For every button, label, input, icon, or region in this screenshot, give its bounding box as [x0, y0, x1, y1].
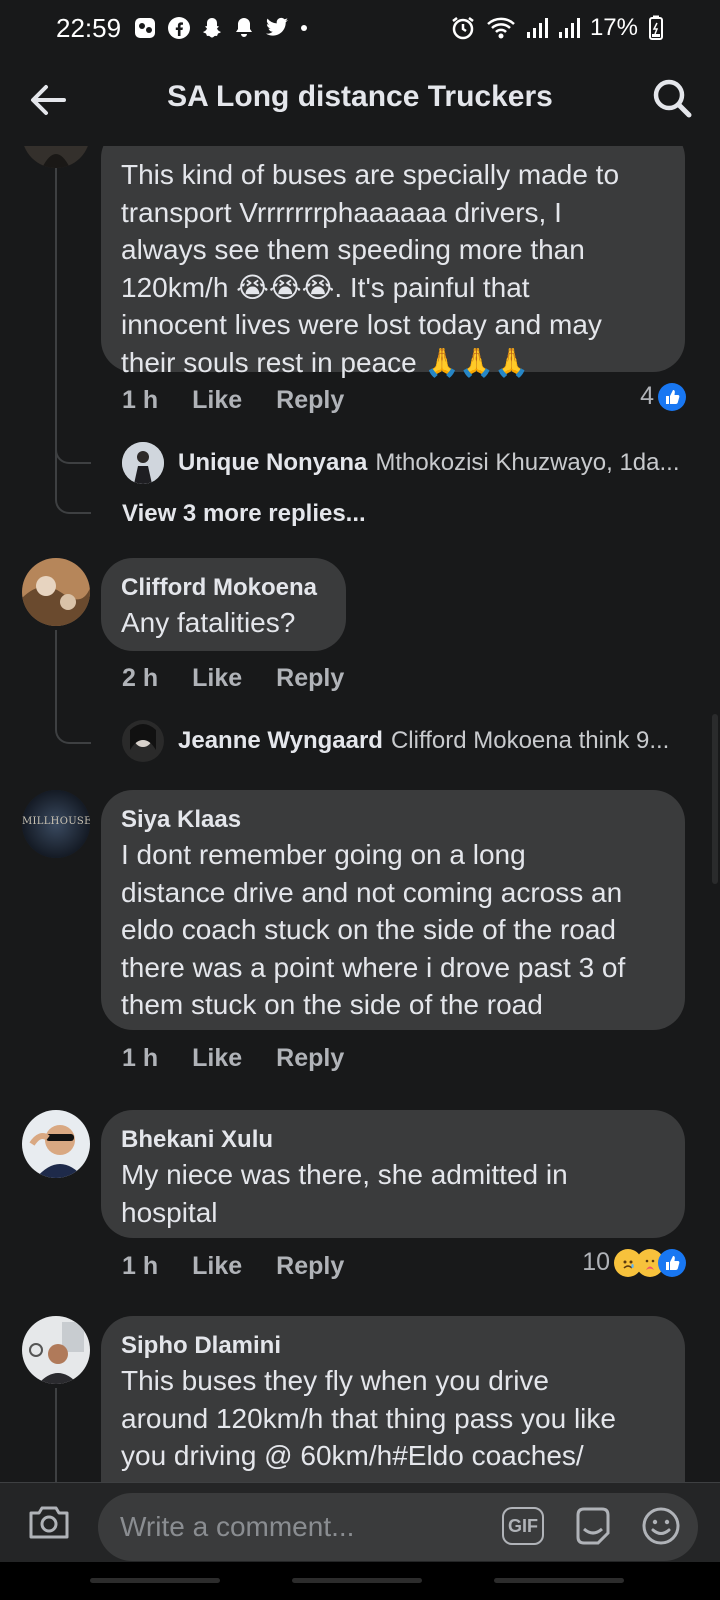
thread-line [55, 146, 57, 471]
search-icon[interactable] [650, 76, 694, 120]
bell-icon [236, 18, 253, 37]
comment-text: them stuck on the side of the road [121, 989, 543, 1020]
like-reaction-icon [658, 382, 686, 411]
alarm-icon [452, 17, 474, 40]
like-button[interactable]: Like [192, 386, 242, 415]
comment-bubble[interactable]: Sipho Dlamini This buses they fly when y… [101, 1316, 685, 1482]
comment-author[interactable]: Bhekani Xulu [121, 1124, 665, 1156]
comment-actions: 1 h Like Reply [122, 386, 344, 415]
system-navigation-bar [0, 1562, 720, 1600]
reply-author: Jeanne Wyngaard [178, 727, 383, 754]
thread-line [55, 1388, 57, 1482]
reply-button[interactable]: Reply [276, 664, 344, 693]
like-button[interactable]: Like [192, 664, 242, 693]
view-more-replies-link[interactable]: View 3 more replies... [122, 500, 366, 528]
reaction-count: 4 [640, 382, 654, 410]
reply-button[interactable]: Reply [276, 386, 344, 415]
comment-text: Any fatalities? [121, 607, 296, 638]
sticker-icon[interactable] [572, 1505, 614, 1547]
nav-home-button[interactable] [292, 1578, 422, 1583]
reply-avatar [122, 442, 164, 484]
reply-snippet: Mthokozisi Khuzwayo, 1da... [375, 449, 680, 476]
comment-text: I dont remember going on a long [121, 839, 526, 870]
like-button[interactable]: Like [192, 1044, 242, 1073]
signal-icon [526, 18, 548, 38]
comments-feed[interactable]: This kind of buses are specially made to… [0, 146, 720, 1482]
comment-time[interactable]: 1 h [122, 1252, 158, 1281]
comment-time[interactable]: 1 h [122, 386, 158, 415]
page-title: SA Long distance Truckers [167, 80, 553, 113]
reply-snippet: Clifford Mokoena think 9... [390, 727, 670, 754]
wifi-icon [487, 17, 515, 39]
avatar[interactable] [22, 1316, 90, 1384]
system-icons: 17% [450, 14, 664, 42]
reply-preview[interactable]: Jeanne Wyngaard Clifford Mokoena think 9… [122, 720, 669, 762]
thread-connector [55, 464, 91, 514]
reaction-summary[interactable]: 10 [582, 1248, 686, 1277]
comment-text: hospital [121, 1196, 218, 1228]
comment-text: there was a point where i drove past 3 o… [121, 951, 626, 983]
battery-percentage: 17% [589, 14, 638, 41]
reply-author: Unique Nonyana [178, 449, 368, 476]
thread-connector [55, 426, 91, 464]
status-bar: 22:59 17% [0, 0, 720, 56]
battery-icon [649, 15, 663, 40]
gallery-icon [135, 18, 156, 38]
signal-icon-2 [558, 18, 580, 38]
comment-text: eldo coach stuck on the side of the road [121, 914, 616, 945]
comment-author[interactable]: Sipho Dlamini [121, 1330, 665, 1362]
scrollbar[interactable] [712, 714, 718, 884]
nav-back-button[interactable] [494, 1578, 624, 1583]
comment-text: always see them speeding more than [121, 234, 585, 265]
comment-bubble[interactable]: Clifford Mokoena Any fatalities? [101, 558, 346, 651]
dot-icon [301, 25, 308, 31]
reply-button[interactable]: Reply [276, 1252, 344, 1281]
comment-text: distance drive and not coming across an [121, 876, 623, 908]
nav-recent-button[interactable] [90, 1578, 220, 1583]
comment-time[interactable]: 1 h [122, 1044, 158, 1073]
comment-composer: GIF [0, 1482, 720, 1562]
facebook-icon [168, 17, 191, 39]
comment-text: transport Vrrrrrrrphaaaaaa drivers, I [121, 196, 562, 228]
like-button[interactable]: Like [192, 1252, 242, 1281]
comment-author[interactable]: Clifford Mokoena [121, 572, 326, 604]
gif-button[interactable]: GIF [502, 1507, 544, 1545]
comment-text: you driving @ 60km/h#Eldo coaches/ [121, 1440, 584, 1471]
thread-connector [55, 706, 91, 744]
app-header: SA Long distance Truckers [0, 56, 720, 146]
comment-text: around 120km/h that thing pass you like [121, 1402, 616, 1434]
reaction-summary[interactable]: 4 [640, 382, 686, 411]
comment-bubble[interactable]: Bhekani Xulu My niece was there, she adm… [101, 1110, 685, 1238]
comment-actions: 1 h Like Reply [122, 1252, 344, 1281]
avatar[interactable] [22, 146, 90, 168]
reaction-count: 10 [582, 1248, 610, 1276]
reply-button[interactable]: Reply [276, 1044, 344, 1073]
emoji-icon[interactable] [640, 1505, 682, 1547]
reply-preview[interactable]: Unique Nonyana Mthokozisi Khuzwayo, 1da.… [122, 442, 680, 484]
comment-text: 120km/h 😭😭😭. It's painful that [121, 271, 530, 303]
comment-actions: 2 h Like Reply [122, 664, 344, 693]
avatar-logo-text: MILLHOUSE [22, 816, 90, 827]
avatar[interactable] [22, 1110, 90, 1178]
comment-time[interactable]: 2 h [122, 664, 158, 693]
comment-text: My niece was there, she admitted in [121, 1159, 568, 1190]
comment-text: their souls rest in peace 🙏🙏🙏 [121, 346, 530, 378]
comment-text: This buses they fly when you drive [121, 1365, 549, 1396]
comment-text: This kind of buses are specially made to [121, 159, 620, 190]
comment-bubble[interactable]: Siya Klaas I dont remember going on a lo… [101, 790, 685, 1030]
comment-text: innocent lives were lost today and may [121, 309, 602, 340]
reply-avatar [122, 720, 164, 762]
comment-actions: 1 h Like Reply [122, 1044, 344, 1073]
snapchat-icon [203, 18, 222, 38]
camera-icon[interactable] [26, 1499, 72, 1545]
avatar[interactable]: MILLHOUSE [22, 790, 90, 858]
like-reaction-icon [658, 1248, 686, 1277]
notification-icons [133, 16, 309, 40]
comment-bubble[interactable]: This kind of buses are specially made to… [101, 146, 685, 378]
twitter-icon [266, 17, 289, 36]
avatar[interactable] [22, 558, 90, 626]
comment-author[interactable]: Siya Klaas [121, 804, 665, 836]
status-time: 22:59 [56, 12, 122, 43]
